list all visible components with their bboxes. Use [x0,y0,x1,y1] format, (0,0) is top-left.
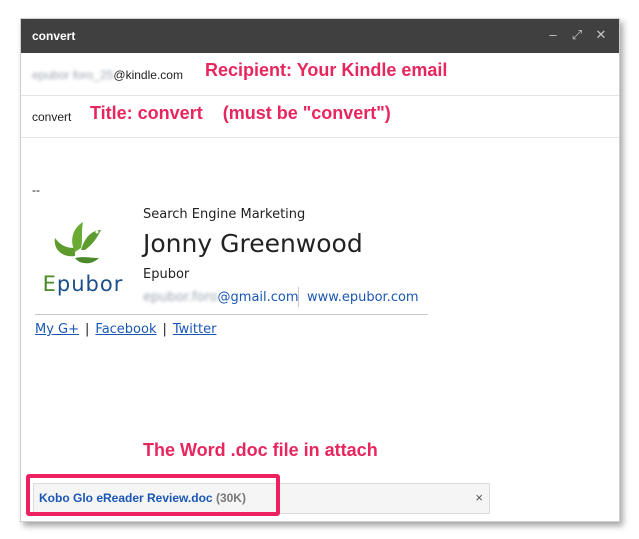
signature-name: Jonny Greenwood [143,229,363,258]
compose-title: convert [32,29,76,43]
twitter-link[interactable]: Twitter [173,322,217,337]
annotation-title: Title: convert (must be "convert") [90,103,391,123]
signature-website-link[interactable]: www.epubor.com [307,290,419,305]
subject-value: convert [32,110,72,124]
signature-separator: -- [32,183,40,197]
close-icon[interactable]: ✕ [594,28,608,42]
attachment-highlight-box [26,474,280,516]
social-separator: | [85,322,90,337]
googleplus-link[interactable]: My G+ [35,322,79,337]
bird-logo-icon [54,222,101,264]
email-domain: @gmail.com [217,290,299,305]
annotation-recipient: Recipient: Your Kindle email [205,60,448,80]
minimize-icon[interactable]: – [546,28,560,42]
expand-icon[interactable]: ⤢ [570,28,584,42]
email-blurred: epubor.foro [143,290,218,305]
remove-attachment-icon[interactable]: × [475,490,483,505]
signature-company: Epubor [143,267,190,282]
signature-rule [35,314,428,315]
signature-email[interactable]: epubor.foro@gmail.com [143,290,299,305]
facebook-link[interactable]: Facebook [95,322,156,337]
social-separator: | [162,322,167,337]
annotation-attachment: The Word .doc file in attach [143,440,378,460]
epubor-logo: Epubor [35,214,131,304]
compose-titlebar[interactable]: convert – ⤢ ✕ [21,19,619,53]
social-links: My G+ | Facebook | Twitter [35,322,216,337]
recipient-value: epubor foro_25@kindle.com [32,68,183,82]
signature-job-title: Search Engine Marketing [143,207,306,222]
recipient-blurred: epubor foro_25 [32,68,114,82]
signature-divider [298,287,299,307]
logo-wordmark: Epubor [42,272,124,296]
recipient-domain: @kindle.com [113,68,183,82]
